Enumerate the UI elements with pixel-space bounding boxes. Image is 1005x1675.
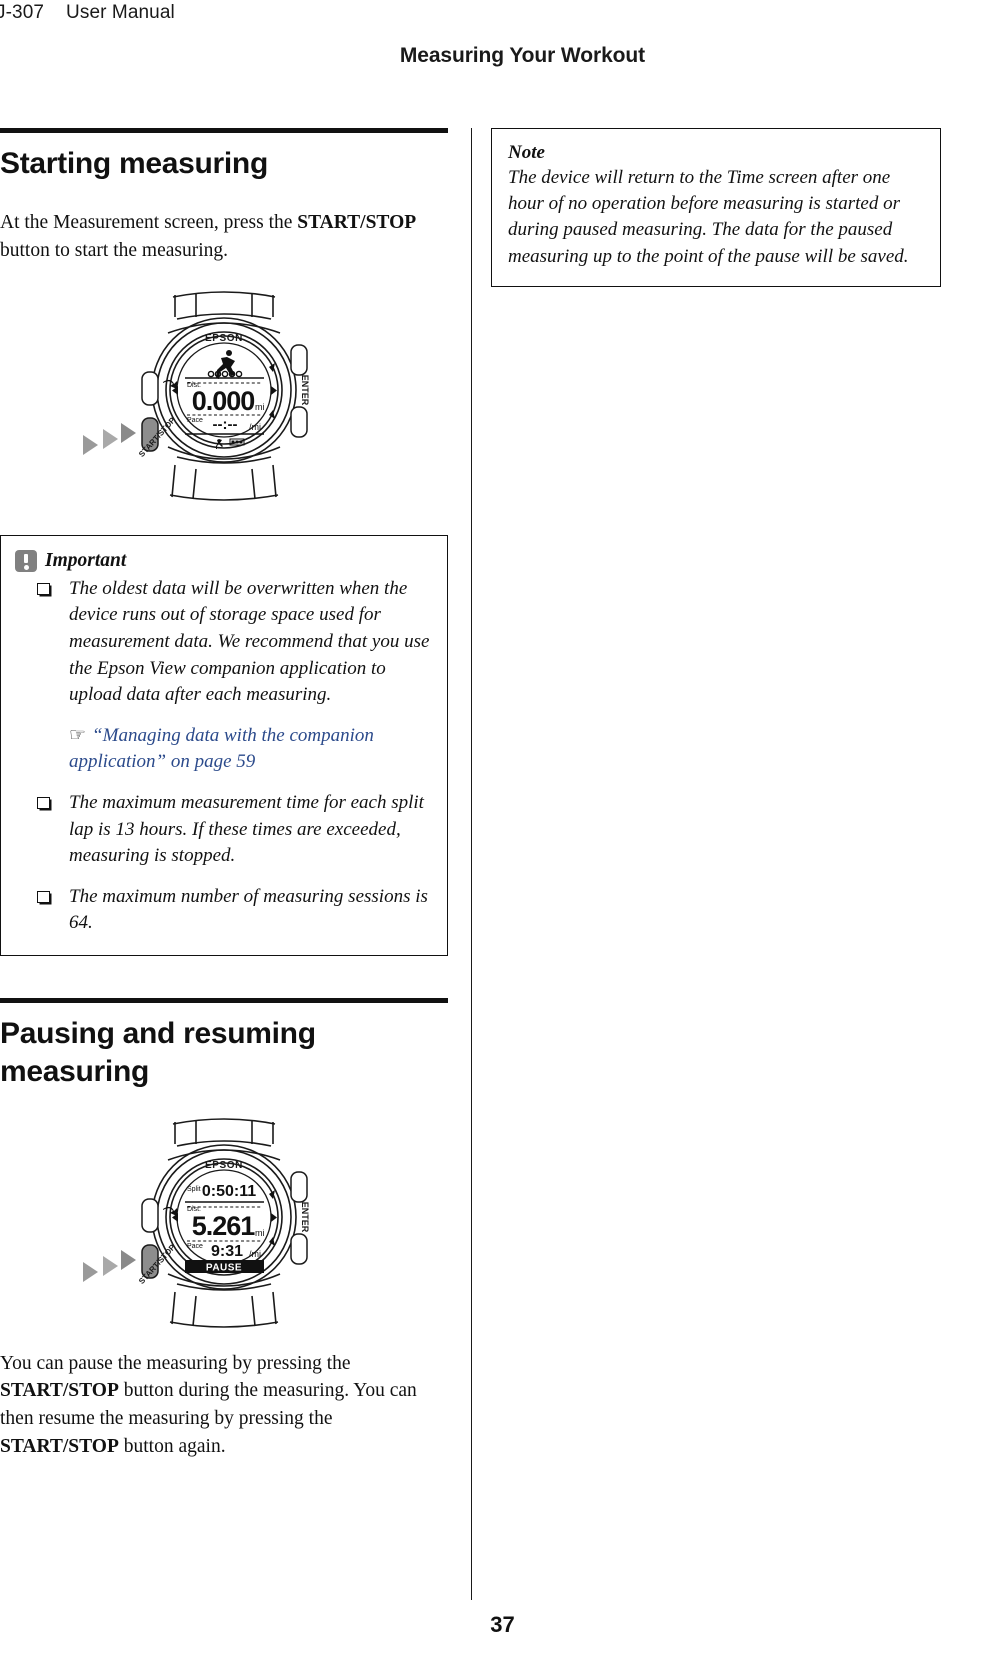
note-callout: Note The device will return to the Time … [491, 128, 941, 287]
section-rule [0, 997, 448, 1003]
right-column: Note The device will return to the Time … [491, 128, 941, 287]
split-label-pause: Split [187, 1186, 201, 1193]
cross-reference-text: “Managing data with the companion applic… [69, 724, 374, 773]
pointer-arrows-pause [83, 1249, 136, 1282]
note-body: The device will return to the Time scree… [508, 167, 909, 267]
list-item: The oldest data will be overwritten when… [15, 576, 431, 776]
start-stop-label-1: START/STOP [297, 212, 417, 234]
watch-illustration-start: EPSON Dist. 0.000 mi Pace --:-- /mi ENTE… [83, 291, 310, 501]
dist-value-pause: 5.261 [192, 1211, 256, 1241]
pausing-text-e: button again. [118, 1435, 226, 1457]
pointing-hand-icon: ☞ [69, 724, 87, 746]
watch-brand-pause: EPSON [205, 1160, 243, 1171]
important-title: Important [45, 549, 127, 571]
important-item-text: The oldest data will be overwritten when… [69, 577, 430, 706]
document-code: J-307 [0, 2, 45, 23]
pace-value-pause: 9:31 [211, 1243, 243, 1260]
important-header: Important [15, 549, 431, 572]
start-stop-label-3: START/STOP [0, 1435, 119, 1457]
page-number: 37 [490, 1612, 515, 1637]
section-title-pausing: Pausing and resuming measuring [0, 1016, 316, 1089]
pointer-arrows-start [83, 422, 136, 455]
list-item: The maximum measurement time for each sp… [15, 790, 431, 870]
left-column: Starting measuring At the Measurement sc… [0, 128, 448, 1476]
column-divider [471, 128, 472, 1600]
watch-brand-start: EPSON [205, 333, 243, 344]
pausing-paragraph: You can pause the measuring by pressing … [0, 1350, 448, 1461]
lap-segment-bar [207, 370, 243, 378]
document-title: User Manual [66, 2, 175, 23]
note-title: Note [508, 142, 545, 163]
pace-unit-start: /mi [249, 422, 261, 432]
watch-illustration-pause: EPSON Split 0:50:11 Dist. 5.261 mi Pace … [83, 1117, 310, 1328]
enter-bezel-label-pause: ENTER [300, 1201, 310, 1232]
important-callout: Important The oldest data will be overwr… [0, 534, 448, 956]
pace-value-start: --:-- [213, 416, 238, 433]
dist-value-start: 0.000 [192, 386, 255, 416]
watch-figure-start: EPSON Dist. 0.000 mi Pace --:-- /mi ENTE… [0, 289, 448, 509]
cross-reference-link[interactable]: ☞ “Managing data with the companion appli… [69, 723, 431, 776]
chapter-title: Measuring Your Workout [399, 44, 645, 67]
checkbox-bullet-icon [37, 582, 50, 595]
pausing-text-a: You can pause the measuring by pressing … [0, 1352, 351, 1374]
dist-unit-pause: mi [255, 1228, 265, 1238]
pause-status-text: PAUSE [206, 1262, 242, 1273]
intro-text-c: button to start the measuring. [0, 240, 229, 262]
enter-bezel-label-start: ENTER [300, 375, 310, 406]
pace-unit-pause: /mi [249, 1249, 261, 1259]
start-stop-label-2: START/STOP [0, 1380, 119, 1402]
checkbox-bullet-icon [37, 890, 50, 903]
important-list: The oldest data will be overwritten when… [15, 576, 431, 937]
checkbox-bullet-icon [37, 796, 50, 809]
important-item-text: The maximum measurement time for each sp… [69, 791, 424, 867]
important-item-text: The maximum number of measuring sessions… [69, 885, 428, 934]
intro-paragraph: At the Measurement screen, press the STA… [0, 209, 448, 264]
running-figure-icon [216, 349, 235, 379]
important-exclamation-icon [15, 549, 37, 572]
list-item: The maximum number of measuring sessions… [15, 884, 431, 937]
watch-figure-pause: EPSON Split 0:50:11 Dist. 5.261 mi Pace … [0, 1116, 448, 1336]
section-rule [0, 128, 448, 133]
intro-text-a: At the Measurement screen, press the [0, 212, 298, 234]
page-title: Starting measuring [0, 147, 268, 180]
pace-label-start: Pace [187, 417, 203, 424]
split-value-pause: 0:50:11 [202, 1183, 256, 1200]
pace-label-pause: Pace [187, 1243, 203, 1250]
running-header-left: J-307 User Manual [0, 2, 175, 24]
dist-unit-start: mi [255, 402, 265, 412]
